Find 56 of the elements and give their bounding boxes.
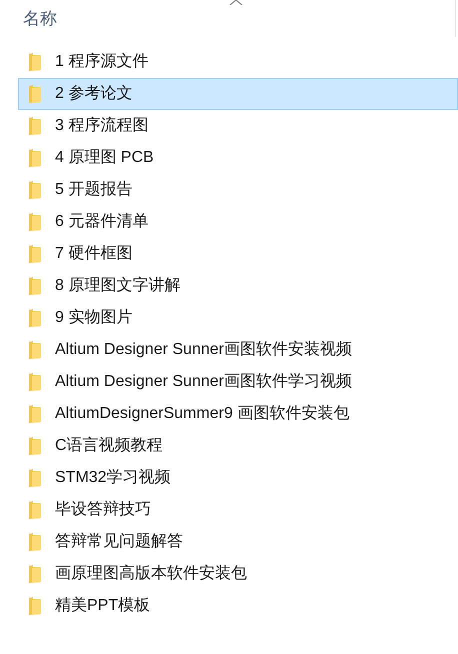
- folder-icon: [28, 564, 42, 584]
- folder-row[interactable]: 4 原理图 PCB: [18, 142, 458, 174]
- folder-row[interactable]: 6 元器件清单: [18, 206, 458, 238]
- folder-name: Altium Designer Sunner画图软件学习视频: [55, 372, 352, 392]
- folder-name: C语言视频教程: [55, 436, 163, 456]
- folder-row[interactable]: AltiumDesignerSummer9 画图软件安装包: [18, 398, 458, 430]
- folder-icon: [28, 532, 42, 552]
- folder-icon: [28, 52, 42, 72]
- folder-row[interactable]: 2 参考论文: [18, 78, 458, 110]
- folder-name: 1 程序源文件: [55, 52, 148, 72]
- folder-row[interactable]: C语言视频教程: [18, 430, 458, 462]
- folder-icon: [28, 404, 42, 424]
- folder-name: 7 硬件框图: [55, 244, 132, 264]
- folder-name: 8 原理图文字讲解: [55, 276, 180, 296]
- folder-name: 毕设答辩技巧: [55, 500, 151, 520]
- folder-name: 4 原理图 PCB: [55, 148, 154, 168]
- folder-name: STM32学习视频: [55, 468, 171, 488]
- column-header[interactable]: 名称: [23, 6, 57, 32]
- folder-row[interactable]: 精美PPT模板: [18, 590, 458, 622]
- folder-name: 答辩常见问题解答: [55, 532, 183, 552]
- folder-icon: [28, 244, 42, 264]
- folder-icon: [28, 212, 42, 232]
- folder-row[interactable]: STM32学习视频: [18, 462, 458, 494]
- folder-row[interactable]: 8 原理图文字讲解: [18, 270, 458, 302]
- folder-icon: [28, 500, 42, 520]
- folder-row[interactable]: 1 程序源文件: [18, 46, 458, 78]
- folder-icon: [28, 596, 42, 616]
- folder-icon: [28, 436, 42, 456]
- folder-row[interactable]: 画原理图高版本软件安装包: [18, 558, 458, 590]
- folder-name: AltiumDesignerSummer9 画图软件安装包: [55, 404, 350, 424]
- folder-name: 3 程序流程图: [55, 116, 148, 136]
- folder-name: 画原理图高版本软件安装包: [55, 564, 247, 584]
- folder-name: 5 开题报告: [55, 180, 132, 200]
- folder-row[interactable]: 3 程序流程图: [18, 110, 458, 142]
- folder-icon: [28, 468, 42, 488]
- folder-icon: [28, 116, 42, 136]
- folder-icon: [28, 84, 42, 104]
- folder-row[interactable]: 7 硬件框图: [18, 238, 458, 270]
- folder-icon: [28, 148, 42, 168]
- folder-row[interactable]: Altium Designer Sunner画图软件安装视频: [18, 334, 458, 366]
- folder-row[interactable]: 5 开题报告: [18, 174, 458, 206]
- folder-name: 9 实物图片: [55, 308, 132, 328]
- folder-row[interactable]: 毕设答辩技巧: [18, 494, 458, 526]
- sort-chevron-icon: [229, 0, 243, 5]
- folder-row[interactable]: 9 实物图片: [18, 302, 458, 334]
- folder-row[interactable]: Altium Designer Sunner画图软件学习视频: [18, 366, 458, 398]
- folder-row[interactable]: 答辩常见问题解答: [18, 526, 458, 558]
- folder-name: 精美PPT模板: [55, 596, 150, 616]
- folder-icon: [28, 372, 42, 392]
- folder-name: Altium Designer Sunner画图软件安装视频: [55, 340, 352, 360]
- folder-name: 2 参考论文: [55, 84, 132, 104]
- folder-icon: [28, 180, 42, 200]
- folder-icon: [28, 340, 42, 360]
- folder-icon: [28, 308, 42, 328]
- folder-name: 6 元器件清单: [55, 212, 148, 232]
- folder-icon: [28, 276, 42, 296]
